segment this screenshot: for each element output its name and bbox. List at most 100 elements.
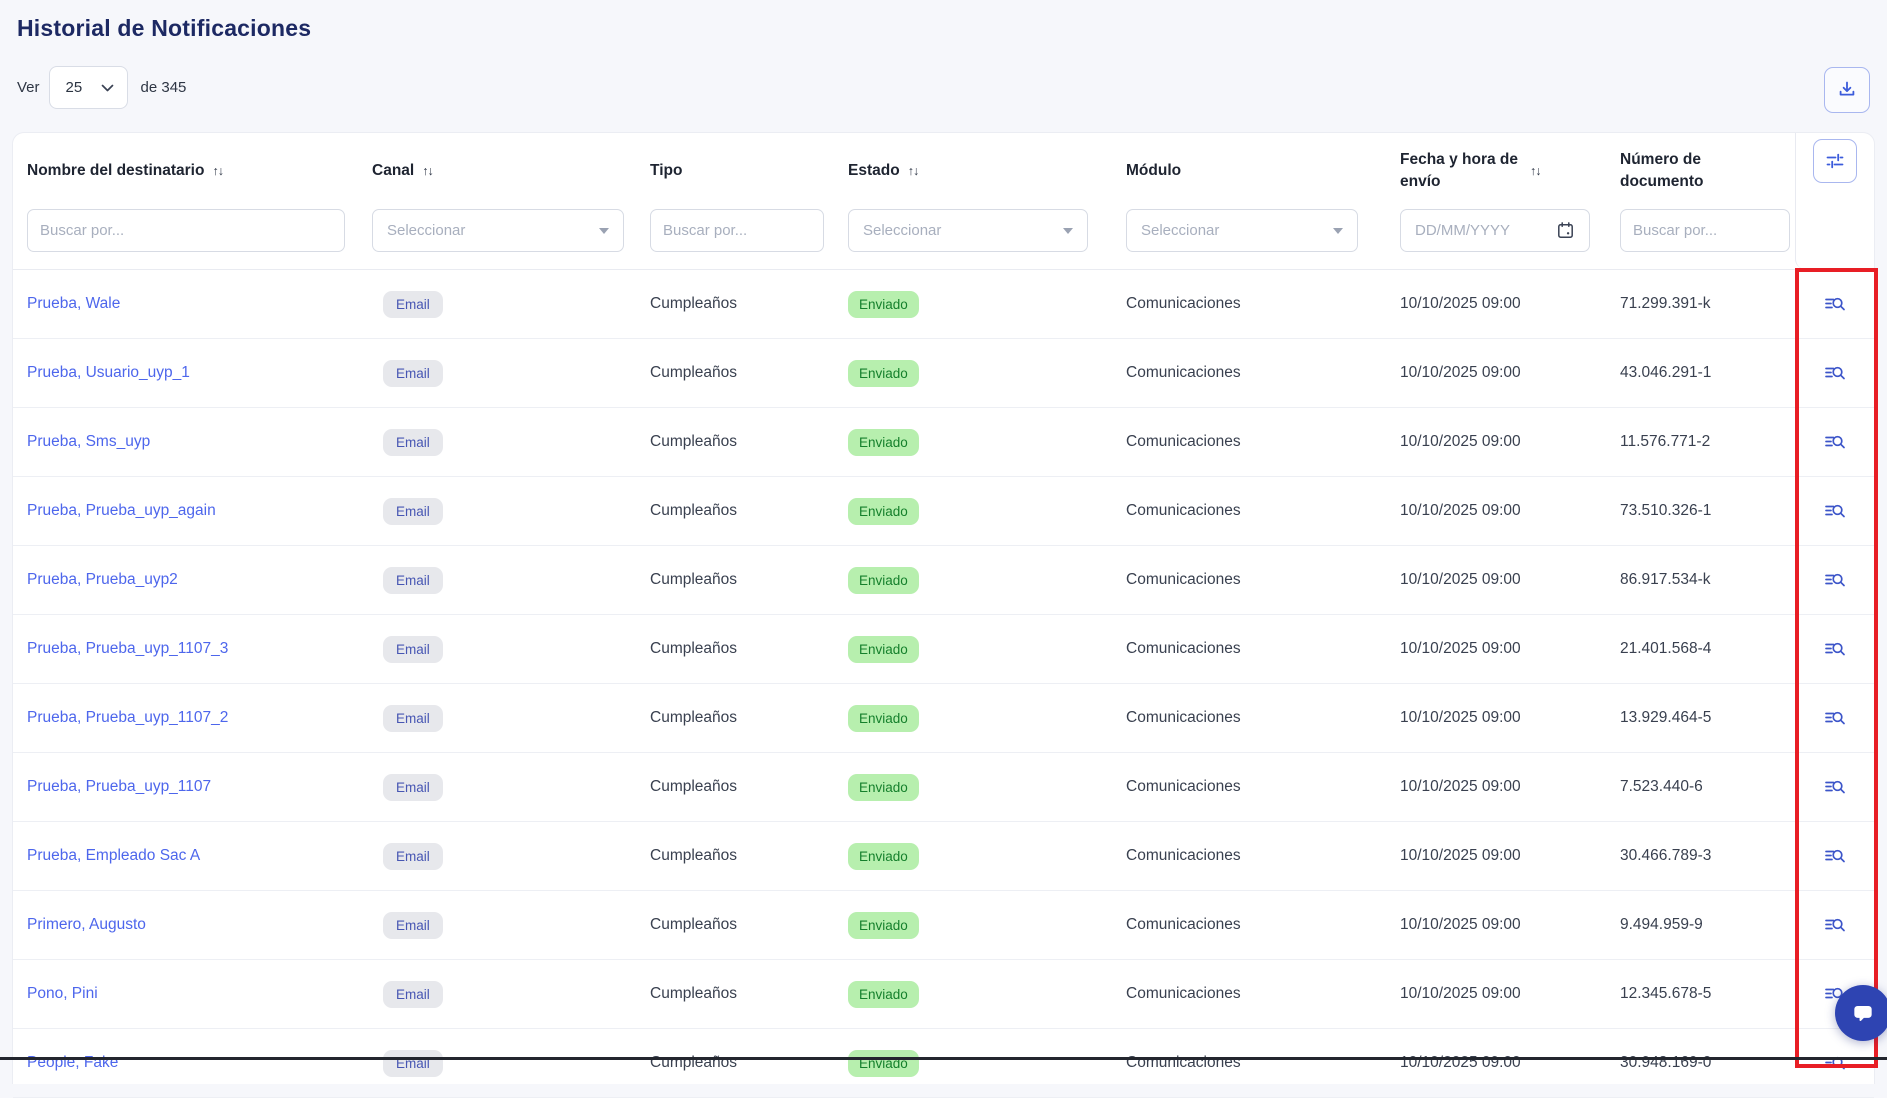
table-row: Prueba, Prueba_uyp_again Email Cumpleaño…	[13, 477, 1874, 546]
channel-badge: Email	[383, 843, 443, 870]
table-row: Prueba, Prueba_uyp_1107 Email Cumpleaños…	[13, 753, 1874, 822]
view-details-button[interactable]	[1823, 294, 1847, 315]
sort-icon[interactable]: ↑↓	[212, 164, 223, 178]
chat-widget-button[interactable]	[1835, 985, 1887, 1041]
search-list-icon	[1823, 639, 1847, 660]
type-cell: Cumpleaños	[636, 364, 834, 382]
page-size-value: 25	[66, 79, 83, 96]
module-cell: Comunicaciones	[1112, 778, 1386, 796]
recipient-link[interactable]: Prueba, Prueba_uyp_1107_3	[27, 640, 228, 657]
filter-cell: DD/MM/YYYY	[1386, 209, 1606, 269]
type-cell: Cumpleaños	[636, 433, 834, 451]
type-cell: Cumpleaños	[636, 295, 834, 313]
table-row: Prueba, Prueba_uyp_1107_2 Email Cumpleañ…	[13, 684, 1874, 753]
recipient-link[interactable]: Prueba, Sms_uyp	[27, 433, 150, 450]
view-details-button[interactable]	[1823, 777, 1847, 798]
datetime-cell: 10/10/2025 09:00	[1386, 571, 1606, 589]
datetime-cell: 10/10/2025 09:00	[1386, 433, 1606, 451]
view-details-button[interactable]	[1823, 363, 1847, 384]
channel-badge: Email	[383, 291, 443, 318]
module-cell: Comunicaciones	[1112, 364, 1386, 382]
table-header: Nombre del destinatario ↑↓ Canal ↑↓ Tipo…	[13, 133, 1874, 270]
view-details-button[interactable]	[1823, 846, 1847, 867]
chevron-down-icon	[101, 84, 114, 92]
column-header-document: Número de documento	[1606, 133, 1795, 209]
column-header-datetime[interactable]: Fecha y hora de envío ↑↓	[1386, 133, 1606, 209]
download-icon	[1836, 79, 1858, 101]
recipient-link[interactable]: Prueba, Wale	[27, 295, 120, 312]
sort-icon[interactable]: ↑↓	[422, 164, 433, 178]
view-details-button[interactable]	[1823, 708, 1847, 729]
filter-cell: Seleccionar	[1112, 209, 1386, 269]
recipient-link[interactable]: Prueba, Empleado Sac A	[27, 847, 200, 864]
table-row: Prueba, Wale Email Cumpleaños Enviado Co…	[13, 270, 1874, 339]
table-row: Prueba, Prueba_uyp_1107_3 Email Cumpleañ…	[13, 615, 1874, 684]
status-badge: Enviado	[848, 912, 919, 939]
pagination-bar: Ver 25 de 345	[17, 66, 186, 109]
datetime-cell: 10/10/2025 09:00	[1386, 709, 1606, 727]
sort-icon[interactable]: ↑↓	[1530, 164, 1541, 178]
search-list-icon	[1823, 570, 1847, 591]
channel-badge: Email	[383, 705, 443, 732]
date-filter-input[interactable]: DD/MM/YYYY	[1400, 209, 1590, 252]
view-details-button[interactable]	[1823, 501, 1847, 522]
channel-badge: Email	[383, 498, 443, 525]
datetime-cell: 10/10/2025 09:00	[1386, 916, 1606, 934]
document-cell: 73.510.326-1	[1606, 502, 1795, 520]
document-cell: 7.523.440-6	[1606, 778, 1795, 796]
view-details-button[interactable]	[1823, 639, 1847, 660]
recipient-link[interactable]: Pono, Pini	[27, 985, 98, 1002]
filter-cell	[1606, 209, 1795, 269]
channel-filter-select[interactable]: Seleccionar	[372, 209, 624, 252]
recipient-link[interactable]: Prueba, Usuario_uyp_1	[27, 364, 190, 381]
document-cell: 86.917.534-k	[1606, 571, 1795, 589]
document-cell: 21.401.568-4	[1606, 640, 1795, 658]
recipient-link[interactable]: Prueba, Prueba_uyp2	[27, 571, 178, 588]
view-details-button[interactable]	[1823, 1053, 1847, 1074]
document-cell: 9.494.959-9	[1606, 916, 1795, 934]
column-header-status[interactable]: Estado ↑↓	[834, 133, 1112, 209]
sort-icon[interactable]: ↑↓	[908, 164, 919, 178]
status-badge: Enviado	[848, 291, 919, 318]
module-filter-select[interactable]: Seleccionar	[1126, 209, 1358, 252]
download-button[interactable]	[1824, 67, 1870, 113]
datetime-cell: 10/10/2025 09:00	[1386, 502, 1606, 520]
search-list-icon	[1823, 363, 1847, 384]
recipient-link[interactable]: Prueba, Prueba_uyp_1107	[27, 778, 211, 795]
module-cell: Comunicaciones	[1112, 295, 1386, 313]
table-row: Prueba, Usuario_uyp_1 Email Cumpleaños E…	[13, 339, 1874, 408]
channel-badge: Email	[383, 567, 443, 594]
document-filter-input[interactable]	[1620, 209, 1790, 252]
datetime-cell: 10/10/2025 09:00	[1386, 640, 1606, 658]
recipient-link[interactable]: Primero, Augusto	[27, 916, 146, 933]
page-title: Historial de Notificaciones	[17, 15, 311, 42]
module-cell: Comunicaciones	[1112, 847, 1386, 865]
search-list-icon	[1823, 708, 1847, 729]
column-header-channel[interactable]: Canal ↑↓	[358, 133, 636, 209]
view-details-button[interactable]	[1823, 915, 1847, 936]
column-header-type: Tipo	[636, 133, 834, 209]
module-cell: Comunicaciones	[1112, 640, 1386, 658]
view-details-button[interactable]	[1823, 570, 1847, 591]
recipient-link[interactable]: Prueba, Prueba_uyp_1107_2	[27, 709, 228, 726]
column-header-recipient[interactable]: Nombre del destinatario ↑↓	[13, 133, 358, 209]
search-list-icon	[1823, 432, 1847, 453]
column-settings-button[interactable]	[1813, 139, 1857, 183]
type-filter-input[interactable]	[650, 209, 824, 252]
recipient-link[interactable]: Prueba, Prueba_uyp_again	[27, 502, 216, 519]
document-cell: 43.046.291-1	[1606, 364, 1795, 382]
channel-badge: Email	[383, 360, 443, 387]
datetime-cell: 10/10/2025 09:00	[1386, 364, 1606, 382]
status-filter-select[interactable]: Seleccionar	[848, 209, 1088, 252]
total-count-label: de 345	[141, 79, 187, 96]
recipient-filter-input[interactable]	[27, 209, 345, 252]
actions-column-header	[1795, 133, 1874, 269]
type-cell: Cumpleaños	[636, 571, 834, 589]
status-badge: Enviado	[848, 705, 919, 732]
sliders-icon	[1824, 150, 1846, 172]
page-size-select[interactable]: 25	[49, 66, 128, 109]
view-details-button[interactable]	[1823, 432, 1847, 453]
datetime-cell: 10/10/2025 09:00	[1386, 778, 1606, 796]
document-cell: 13.929.464-5	[1606, 709, 1795, 727]
type-cell: Cumpleaños	[636, 709, 834, 727]
